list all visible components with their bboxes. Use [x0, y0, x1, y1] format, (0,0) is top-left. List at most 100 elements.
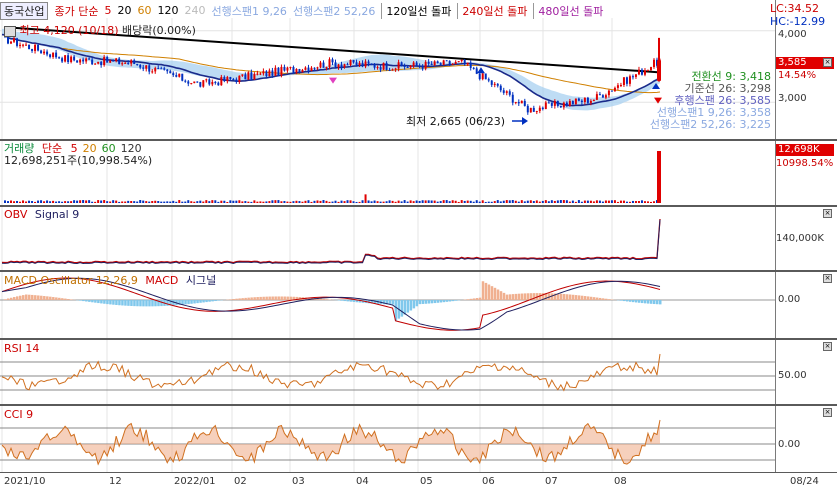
- macd-osc-bar: [265, 296, 268, 300]
- volume-bar: [634, 201, 637, 203]
- macd-osc-bar: [319, 298, 322, 300]
- volume-bar: [226, 201, 229, 203]
- macd-pane[interactable]: MACD Oscillator 12,26,9 MACD 시그널: [0, 272, 776, 338]
- high-price-label: 최고 4,120 (10/18): [19, 24, 119, 37]
- volume-bar: [265, 201, 268, 203]
- obv-legend: OBV Signal 9: [4, 209, 79, 221]
- macd-osc-bar: [451, 300, 455, 302]
- obv-close-icon[interactable]: ×: [823, 209, 832, 218]
- candle-body: [232, 78, 235, 80]
- macd-osc-bar: [103, 300, 106, 304]
- stock-name-box[interactable]: 동국산업: [0, 1, 49, 20]
- macd-y-tick: 0.00: [778, 294, 801, 305]
- candle-body: [556, 100, 559, 106]
- macd-osc-bar: [424, 300, 428, 304]
- macd-osc-bar: [493, 287, 497, 300]
- volume-readout: 12,698,251주(10,998.54%): [4, 154, 153, 167]
- candle-body: [307, 67, 310, 71]
- volume-bar: [313, 200, 316, 203]
- volume-bar: [271, 200, 274, 203]
- volume-bar: [79, 200, 82, 203]
- macd-osc-bar: [256, 297, 259, 300]
- candle-body: [526, 105, 529, 113]
- price-pane[interactable]: 동국산업 종가 단순 5 20 60 120 240 선행스팬1 9,26 선행스팬2 …: [0, 0, 776, 140]
- volume-bar: [13, 201, 16, 203]
- volume-bar: [331, 201, 334, 203]
- candle-body: [487, 79, 490, 81]
- candle-body: [418, 65, 421, 67]
- macd-osc-bar: [652, 300, 656, 305]
- volume-bar: [181, 201, 184, 203]
- volume-bar: [583, 200, 586, 203]
- volume-bar: [40, 200, 43, 203]
- volume-bar: [151, 201, 154, 203]
- macd-osc-bar: [25, 294, 28, 300]
- macd-osc-bar: [565, 294, 569, 300]
- candle-body: [592, 99, 595, 101]
- collapse-icon[interactable]: [4, 25, 16, 37]
- rsi-pane[interactable]: RSI 14: [0, 340, 776, 404]
- volume-bar: [325, 200, 328, 203]
- macd-osc-bar: [145, 300, 148, 307]
- obv-pane[interactable]: OBV Signal 9: [0, 207, 776, 270]
- candle-body: [193, 81, 196, 84]
- volume-bar: [310, 201, 313, 203]
- volume-bar: [649, 201, 652, 203]
- volume-bar: [394, 201, 397, 203]
- macd-osc-bar: [49, 296, 52, 300]
- macd-osc-bar: [193, 300, 196, 304]
- macd-osc-bar: [274, 296, 277, 300]
- volume-bar: [100, 200, 103, 203]
- candle-body: [352, 60, 355, 63]
- volume-bar: [193, 201, 196, 203]
- volume-bar: [616, 201, 619, 203]
- volume-bar: [592, 201, 595, 203]
- cci-pane[interactable]: CCI 9: [0, 406, 776, 472]
- macd-osc-bar: [487, 284, 491, 300]
- macd-osc-bar: [496, 289, 500, 300]
- candle-body: [583, 97, 586, 103]
- candle-body: [178, 73, 181, 77]
- candle-body: [205, 79, 208, 81]
- volume-bar: [472, 201, 475, 203]
- candle-body: [43, 51, 46, 54]
- price-ma-period-20: 20: [117, 4, 132, 17]
- candle-body: [508, 91, 511, 95]
- price-close-icon[interactable]: ×: [823, 58, 832, 67]
- candle-body: [118, 58, 121, 65]
- macd-osc-bar: [211, 300, 214, 302]
- volume-bar: [469, 200, 472, 203]
- candle-body: [466, 62, 469, 65]
- macd-osc-bar: [622, 300, 626, 302]
- dividend-label: 배당락(0.00%): [122, 24, 196, 37]
- volume-bar: [289, 201, 292, 203]
- candle-body: [499, 85, 502, 91]
- volume-bar: [403, 200, 406, 203]
- volume-bar: [541, 200, 544, 203]
- macd-osc-bar: [556, 293, 560, 300]
- macd-osc-bar: [184, 300, 187, 305]
- candle-body: [634, 74, 637, 77]
- volume-bar: [550, 200, 553, 203]
- candle-body: [451, 63, 454, 65]
- macd-osc-bar: [85, 300, 88, 302]
- x-axis-label: 2022/01: [174, 476, 216, 487]
- volume-bar: [619, 200, 622, 203]
- volume-bar: [76, 200, 79, 203]
- volume-bar: [319, 200, 322, 203]
- rsi-close-icon[interactable]: ×: [823, 342, 832, 351]
- macd-osc-bar: [82, 300, 85, 302]
- volume-bar: [67, 201, 70, 203]
- macd-close-icon[interactable]: ×: [823, 274, 832, 283]
- volume-bar: [316, 200, 319, 203]
- volume-bar: [4, 200, 7, 203]
- x-axis[interactable]: 2021/10 12 2022/01 02 03 04 05 06 07 08 08/24: [0, 472, 837, 490]
- volume-pane[interactable]: 거래량 단순 5 20 60 120 12,698,251주(10,998.54%): [0, 141, 776, 205]
- cci-close-icon[interactable]: ×: [823, 408, 832, 417]
- volume-bar: [217, 201, 220, 203]
- macd-osc-bar: [124, 300, 127, 306]
- candle-body: [610, 90, 613, 92]
- macd-osc-bar: [286, 296, 289, 300]
- obv-signal-label: Signal 9: [34, 208, 80, 221]
- candle-body: [619, 85, 622, 87]
